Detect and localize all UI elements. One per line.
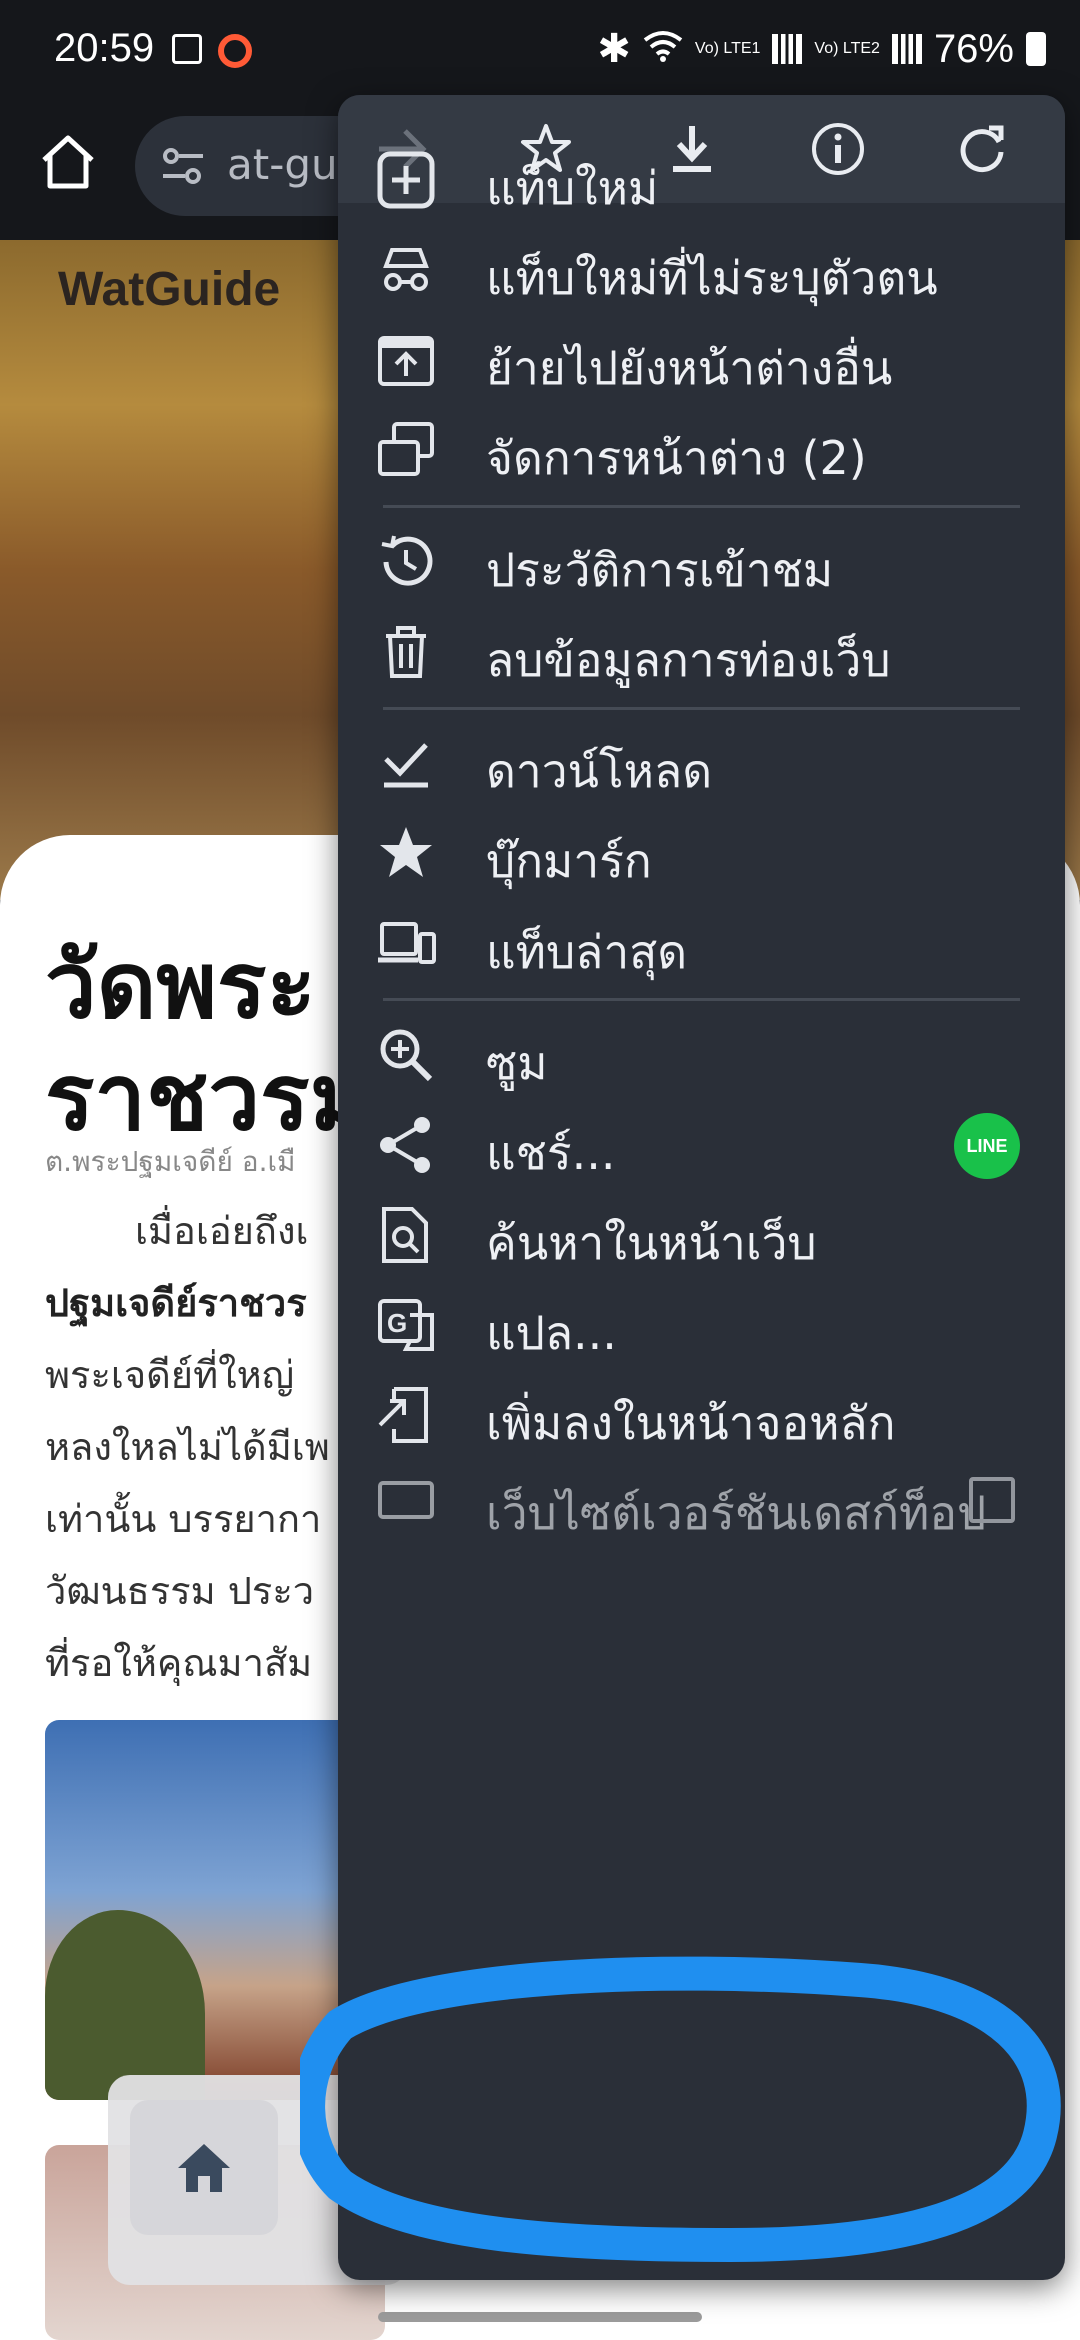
history-icon [381,535,433,586]
desktop-site-icon [378,1481,434,1519]
zoom-icon [380,1029,433,1082]
tree-image [45,1910,205,2100]
status-bar: 20:59 ✱ Vo) LTE1 Vo) LTE2 76% [0,0,1080,100]
desktop-site-checkbox[interactable] [969,1477,1015,1523]
translate-icon: G [378,1299,434,1351]
status-time: 20:59 [54,26,155,70]
gallery-notification-icon [172,34,202,64]
find-in-page-icon [382,1207,428,1263]
trash-icon [386,626,426,678]
menu-item-label: เว็บไซต์เวอร์ชันเดสก์ท็อป [486,1486,987,1540]
sim2-label: Vo) LTE2 [814,40,880,57]
battery-icon [1026,32,1046,66]
bluetooth-icon: ✱ [597,27,631,71]
battery-percent: 76% [933,26,1014,71]
download-check-icon [384,743,428,788]
move-window-icon [378,336,434,386]
signal2-icon [891,34,922,64]
new-tab-icon [377,151,435,209]
site-logo[interactable]: WatGuide [58,262,280,317]
title-line: วัดพระ [45,932,316,1039]
menu-item-label: ลบข้อมูลการท่องเว็บ [486,633,891,687]
home-filled-icon [178,2143,230,2192]
sim1-label: Vo) LTE1 [694,40,761,57]
menu-item-clear-data[interactable]: ลบข้อมูลการท่องเว็บ [338,592,1065,712]
status-icons: ✱ Vo) LTE1 Vo) LTE2 76% [597,26,1046,72]
menu-item-label: แท็บล่าสุด [486,925,688,979]
share-icon [380,1117,430,1173]
home-button[interactable] [36,130,106,200]
add-to-home-icon [378,1387,428,1443]
menu-item-manage-windows[interactable]: จัดการหน้าต่าง (2) [338,390,1065,510]
svg-text:G: G [387,1308,407,1338]
incognito-icon [383,248,429,291]
recent-tabs-icon [378,922,436,964]
gesture-nav-handle[interactable] [378,2312,702,2322]
dock-home-button[interactable] [130,2100,278,2235]
menu-item-label: จัดการหน้าต่าง (2) [486,431,867,485]
home-icon [42,135,94,189]
menu-item-desktop-site[interactable]: เว็บไซต์เวอร์ชันเดสก์ท็อป [338,1445,1065,1565]
menu-item-recent-tabs[interactable]: แท็บล่าสุด [338,884,1065,1004]
wifi-icon [643,27,683,72]
overflow-menu: แท็บใหม่ แท็บใหม่ที่ไม่ระบุตัวตน ย้ายไปย… [338,95,1065,2280]
site-settings-icon[interactable] [161,146,205,186]
line-app-icon[interactable]: LINE [954,1113,1020,1179]
manage-windows-icon [378,422,434,476]
title-line: ราชวรม [45,1044,371,1151]
record-notification-icon [218,34,252,68]
location-subtitle: ต.พระปฐมเจดีย์ อ.เมื [45,1145,296,1178]
page-title: วัดพระ ราชวรม [45,930,370,1154]
temple-photo-card[interactable] [45,1720,385,2100]
url-text: at-gu [227,140,338,189]
star-filled-icon [380,827,432,877]
signal1-icon [772,34,803,64]
